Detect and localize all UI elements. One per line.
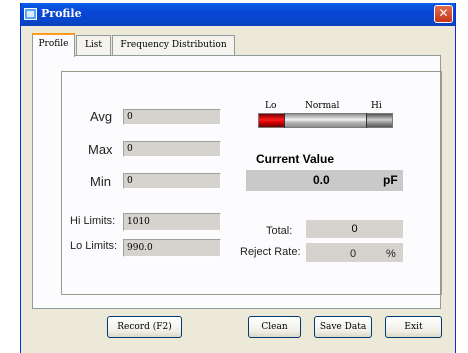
current-value-heading: Current Value [256,152,335,166]
lo-limits-field: 990.0 [123,239,221,257]
max-label: Max [88,142,113,157]
close-button[interactable]: ✕ [434,5,453,23]
reject-rate-value: 0 [350,248,357,260]
gauge-lo-zone [259,114,284,127]
app-window-icon [24,8,37,20]
reject-rate-field: 0 % [306,243,403,262]
close-icon: ✕ [438,6,449,20]
hi-limits-field: 1010 [123,213,221,231]
title-bar[interactable]: Profile ✕ [21,3,455,26]
current-value-display: 0.0 pF [246,170,403,191]
gauge-hi-zone [367,114,392,127]
tab-profile-label: Profile [38,39,69,49]
window-title: Profile [41,7,82,20]
avg-label: Avg [90,109,113,124]
total-field: 0 [306,220,403,238]
min-label: Min [90,174,111,189]
gauge-hi-marker [366,113,367,128]
gauge-lo-label: Lo [265,101,277,111]
current-value-number: 0.0 [313,173,330,187]
current-value-unit: pF [383,173,398,187]
avg-field: 0 [123,109,221,125]
record-button[interactable]: Record (F2) [107,316,182,338]
exit-button[interactable]: Exit [385,316,442,338]
gauge-normal-label: Normal [305,101,340,111]
lo-normal-hi-gauge [258,113,393,128]
tab-list-label: List [84,40,103,50]
save-data-button[interactable]: Save Data [314,316,372,338]
reject-rate-label: Reject Rate: [240,246,301,258]
tab-list[interactable]: List [76,35,111,55]
lo-limits-label: Lo Limits: [70,240,118,252]
tab-profile[interactable]: Profile [32,33,75,57]
gauge-hi-label: Hi [371,101,382,111]
max-field: 0 [123,141,221,157]
clean-button[interactable]: Clean [248,316,301,338]
tab-frequency-distribution-label: Frequency Distribution [120,40,227,50]
gauge-lo-marker [284,113,285,128]
reject-rate-unit: % [386,248,396,260]
tab-frequency-distribution[interactable]: Frequency Distribution [112,35,235,55]
hi-limits-label: Hi Limits: [70,215,116,227]
min-field: 0 [123,173,221,189]
total-label: Total: [266,225,293,237]
